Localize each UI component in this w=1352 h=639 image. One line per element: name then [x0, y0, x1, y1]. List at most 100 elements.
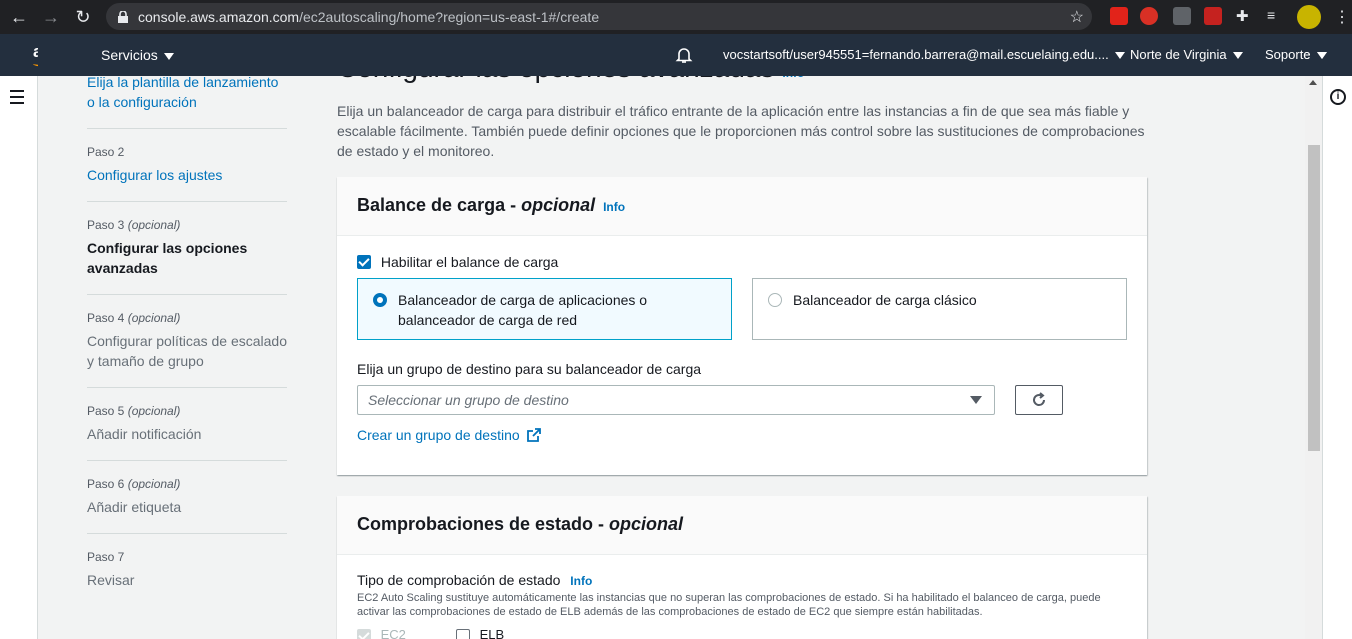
wizard-step-5-title: Añadir notificación — [87, 426, 202, 442]
services-label-top: Servicios — [101, 47, 158, 63]
media-control-icon[interactable]: ≡ — [1267, 7, 1285, 25]
support-menu-top[interactable]: Soporte — [1265, 47, 1327, 62]
browser-menu-icon[interactable]: ⋮ — [1334, 7, 1352, 26]
wizard-step-7-title: Revisar — [87, 572, 135, 588]
step-number-text: Paso 6 — [87, 477, 125, 491]
wizard-step-6-number: Paso 6 (opcional) — [87, 477, 287, 491]
hamburger-menu-icon[interactable] — [10, 90, 24, 108]
region-menu-top[interactable]: Norte de Virginia — [1130, 47, 1243, 62]
services-menu-top[interactable]: Servicios — [101, 47, 174, 63]
wizard-step-3-current: Configurar las opciones avanzadas — [87, 240, 248, 276]
region-caret-icon-top — [1232, 52, 1243, 60]
load-balancing-title: Balance de carga - — [357, 195, 522, 215]
services-caret-icon-top — [163, 52, 174, 60]
account-label-top: vocstartsoft/user945551=fernando.barrera… — [723, 47, 1109, 62]
target-group-placeholder: Seleccionar un grupo de destino — [368, 392, 569, 408]
load-balancing-info-link[interactable]: Info — [603, 200, 625, 214]
elb-checkbox[interactable] — [456, 628, 470, 639]
enable-load-balancing-label: Habilitar el balance de carga — [380, 254, 559, 271]
url-path: /ec2autoscaling/home?region=us-east-1#/c… — [299, 8, 600, 25]
help-panel-strip: i — [1322, 76, 1352, 639]
wizard-step-5-number: Paso 5 (opcional) — [87, 404, 287, 418]
health-check-info-link[interactable]: Info — [570, 574, 592, 588]
wizard-step-6-title: Añadir etiqueta — [87, 499, 182, 515]
wizard-step-2: Paso 2 Configurar los ajustes — [87, 129, 287, 202]
info-circle-icon[interactable]: i — [1330, 89, 1346, 105]
health-checks-optional: opcional — [609, 514, 684, 534]
target-group-select[interactable]: Seleccionar un grupo de destino — [357, 385, 995, 415]
region-label-top: Norte de Virginia — [1130, 47, 1227, 62]
health-checks-title: Comprobaciones de estado - — [357, 514, 610, 534]
extension-shield-icon[interactable] — [1140, 7, 1158, 25]
wizard-step-2-number: Paso 2 — [87, 145, 287, 159]
wizard-step-4: Paso 4 (opcional) Configurar políticas d… — [87, 295, 287, 388]
step-optional-text: (opcional) — [127, 404, 181, 418]
wizard-step-2-link[interactable]: Configurar los ajustes — [87, 165, 287, 185]
enable-load-balancing[interactable]: Habilitar el balance de carga — [357, 253, 558, 270]
step-number-text: Paso 4 — [87, 311, 125, 325]
extension-chart-icon[interactable] — [1204, 7, 1222, 25]
load-balancing-panel-header: Balance de carga - opcional Info — [337, 177, 1147, 236]
support-caret-icon-top — [1316, 52, 1327, 60]
health-check-help-text: EC2 Auto Scaling sustituye automáticamen… — [357, 592, 1101, 618]
support-label-top: Soporte — [1265, 47, 1311, 62]
create-target-group-link[interactable]: Crear un grupo de destino — [357, 427, 541, 443]
health-checks-panel-header: Comprobaciones de estado - opcional — [337, 496, 1147, 555]
extension-facebook-icon[interactable] — [1173, 7, 1191, 25]
forward-icon[interactable]: → — [38, 4, 64, 30]
wizard-step-3: Paso 3 (opcional) Configurar las opcione… — [87, 202, 287, 295]
wizard-step-4-title: Configurar políticas de escalado y tamañ… — [87, 333, 288, 369]
scrollbar-thumb[interactable] — [1308, 145, 1320, 451]
extension-roblox-icon[interactable] — [1110, 7, 1128, 25]
refresh-icon — [1033, 392, 1046, 406]
wizard-step-6: Paso 6 (opcional) Añadir etiqueta — [87, 461, 287, 534]
bookmark-star-icon[interactable]: ☆ — [1070, 7, 1084, 27]
create-target-group-text[interactable]: Crear un grupo de destino — [357, 427, 520, 443]
tile-application-load-balancer[interactable]: Balanceador de carga de aplicaciones o b… — [357, 278, 732, 340]
url-host: console.aws.amazon.com — [138, 8, 300, 25]
extensions-puzzle-icon[interactable]: ✚ — [1236, 7, 1254, 25]
notifications-bell-icon-top[interactable] — [675, 46, 693, 69]
account-menu-top[interactable]: vocstartsoft/user945551=fernando.barrera… — [723, 47, 1125, 62]
wizard-step-7: Paso 7 Revisar — [87, 534, 287, 606]
tile-classic-load-balancer[interactable]: Balanceador de carga clásico — [752, 278, 1127, 340]
wizard-step-1-link[interactable]: Elija la plantilla de lanzamiento o la c… — [87, 72, 287, 112]
step-number-text: Paso 2 — [87, 145, 125, 159]
ec2-checkbox — [357, 628, 371, 639]
load-balancing-panel: Balance de carga - opcional Info Habilita… — [337, 177, 1147, 475]
application-lb-radio[interactable] — [373, 293, 387, 307]
external-link-icon — [526, 428, 541, 442]
profile-avatar[interactable] — [1297, 5, 1321, 29]
address-bar[interactable]: console.aws.amazon.com/ec2autoscaling/ho… — [106, 3, 1092, 30]
back-icon[interactable]: ← — [6, 4, 32, 30]
wizard-step-3-number: Paso 3 (opcional) — [87, 218, 287, 232]
enable-load-balancing-checkbox[interactable] — [357, 255, 371, 270]
refresh-button[interactable] — [1015, 385, 1063, 415]
wizard-step-1: Elija la plantilla de lanzamiento o la c… — [87, 72, 287, 129]
account-caret-icon-top — [1114, 52, 1125, 60]
browser-toolbar: ← → ↻ console.aws.amazon.com/ec2autoscal… — [0, 0, 1352, 34]
side-navigation-strip — [0, 76, 38, 639]
load-balancing-optional: opcional — [521, 195, 596, 215]
wizard-step-4-number: Paso 4 (opcional) — [87, 311, 287, 325]
elb-label: ELB — [479, 627, 505, 639]
wizard-step-5: Paso 5 (opcional) Añadir notificación — [87, 388, 287, 461]
health-check-type-text: Tipo de comprobación de estado — [357, 572, 561, 588]
application-lb-label: Balanceador de carga de aplicaciones o b… — [398, 292, 648, 328]
wizard-steps: Elija la plantilla de lanzamiento o la c… — [87, 74, 287, 606]
target-group-label: Elija un grupo de destino para su balanc… — [357, 361, 702, 377]
ec2-health-check: EC2 — [357, 627, 406, 639]
health-check-type-label: Tipo de comprobación de estado Info — [357, 572, 592, 588]
scroll-up-arrow-icon[interactable] — [1309, 80, 1317, 85]
elb-health-check[interactable]: ELB — [456, 627, 504, 639]
reload-icon[interactable]: ↻ — [70, 4, 96, 30]
step-optional-text: (opcional) — [127, 311, 181, 325]
step-optional-text: (opcional) — [127, 477, 181, 491]
ec2-label: EC2 — [380, 627, 406, 639]
page-description: Elija un balanceador de carga para distr… — [337, 103, 1145, 159]
step-optional-text: (opcional) — [127, 218, 181, 232]
dropdown-caret-icon — [970, 396, 982, 404]
classic-lb-label: Balanceador de carga clásico — [793, 292, 977, 308]
lock-icon — [118, 10, 128, 23]
classic-lb-radio[interactable] — [768, 293, 782, 307]
